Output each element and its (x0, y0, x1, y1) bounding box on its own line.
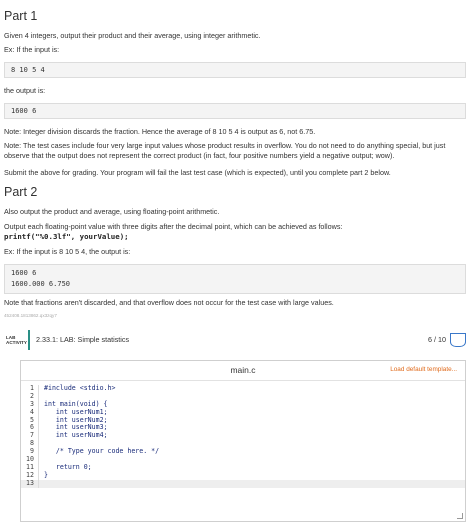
code-line[interactable]: 9 /* Type your code here. */ (21, 447, 465, 457)
code-area[interactable]: 1 #include <stdio.h> 2 3 int main(void) {4 i… (21, 384, 465, 488)
part1-intro: Given 4 integers, output their product a… (4, 31, 261, 40)
code-text[interactable] (39, 480, 44, 488)
submit-instructions: Submit the above for grading. Your progr… (4, 168, 391, 177)
part1-heading: Part 1 (4, 9, 38, 23)
input-example-box: 8 10 5 4 (4, 62, 466, 78)
code-text[interactable]: /* Type your code here. */ (39, 447, 159, 456)
printf-example: printf("%0.3lf", yourValue); (4, 232, 129, 241)
code-text[interactable]: #include <stdio.h> (39, 384, 115, 393)
output-example: 1600 6 (11, 107, 37, 115)
lab-activity-tag: LAB ACTIVITY (4, 330, 30, 350)
part2-intro: Also output the product and average, usi… (4, 207, 220, 216)
page: Part 1 Given 4 integers, output their pr… (0, 0, 474, 528)
part2-example-label: Ex: If the input is 8 10 5 4, the output… (4, 247, 131, 256)
format-instructions: Output each floating-point value with th… (4, 222, 343, 231)
code-line[interactable]: 7 int userNum4; (21, 431, 465, 441)
line-number: 13 (21, 479, 39, 488)
part1-example-label: Ex: If the input is: (4, 45, 60, 54)
score-text: 6 / 10 (428, 335, 446, 345)
part2-heading: Part 2 (4, 185, 38, 199)
note-integer-division: Note: Integer division discards the frac… (4, 127, 316, 136)
part2-output-box: 1600 6 1600.000 6.750 (4, 264, 466, 294)
lab-activity-header: LAB ACTIVITY 2.33.1: LAB: Simple statist… (4, 330, 466, 350)
editor-header: main.c Load default template... (21, 361, 465, 381)
load-default-template-link[interactable]: Load default template... (390, 366, 457, 375)
code-text[interactable]: int userNum4; (39, 431, 108, 440)
resize-handle-icon[interactable] (457, 513, 463, 519)
code-editor[interactable]: main.c Load default template... 1 #includ… (20, 360, 466, 522)
activity-id: 452408.1813862.qx3zqy7 (4, 313, 57, 318)
part2-output-line1: 1600 6 (11, 269, 37, 277)
code-line[interactable]: 1 #include <stdio.h> (21, 384, 465, 393)
input-example: 8 10 5 4 (11, 66, 45, 74)
output-example-box: 1600 6 (4, 103, 466, 119)
part2-output-line2: 1600.000 6.750 (11, 280, 71, 288)
completion-badge-icon (450, 333, 466, 347)
code-line[interactable]: 12} (21, 471, 465, 480)
part2-note: Note that fractions aren't discarded, an… (4, 298, 334, 307)
file-name: main.c (230, 364, 256, 375)
note-overflow: Note: The test cases include four very l… (4, 141, 446, 160)
code-line[interactable]: 11 return 0; (21, 463, 465, 472)
lab-title: 2.33.1: LAB: Simple statistics (36, 335, 130, 345)
code-text[interactable]: } (39, 471, 48, 480)
code-line[interactable]: 13 (21, 479, 465, 488)
output-label: the output is: (4, 86, 46, 95)
score-area: 6 / 10 (428, 333, 466, 347)
